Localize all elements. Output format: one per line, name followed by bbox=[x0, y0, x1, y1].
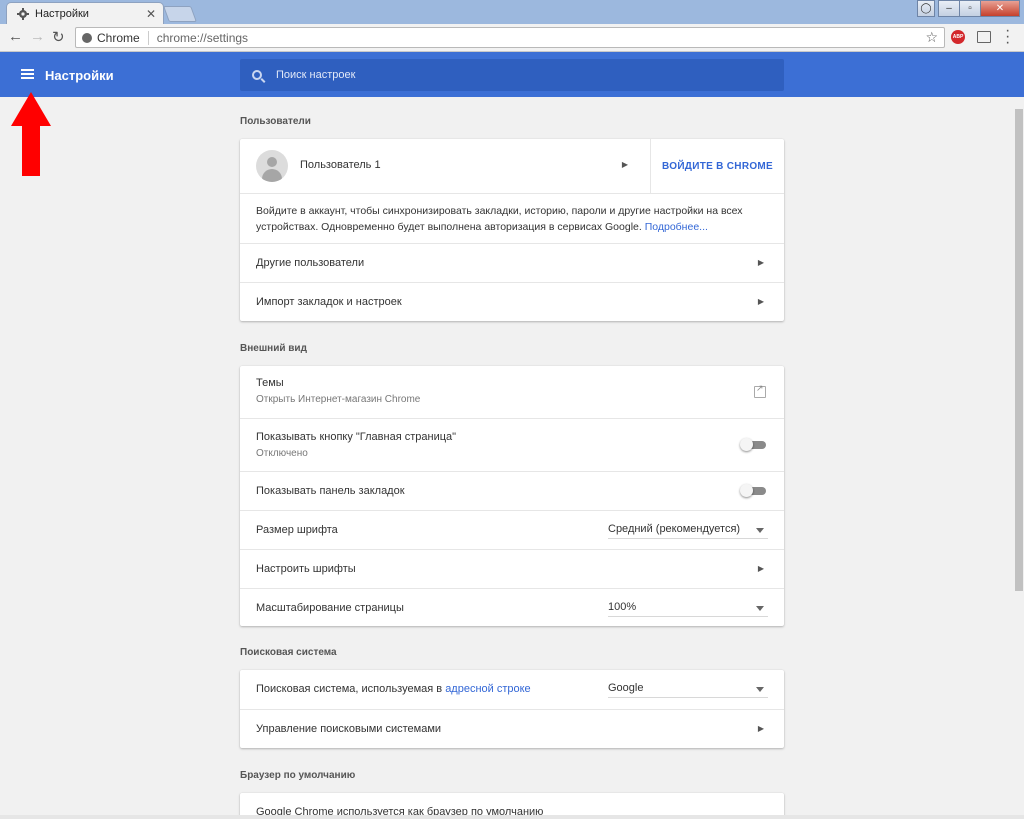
cast-extension-icon[interactable] bbox=[977, 31, 991, 43]
page-zoom-label: Масштабирование страницы bbox=[256, 602, 404, 614]
search-engine-value: Google bbox=[608, 682, 644, 694]
chevron-down-icon bbox=[756, 528, 764, 533]
section-title-users: Пользователи bbox=[240, 116, 311, 127]
other-users-row[interactable]: Другие пользователи ▶ bbox=[240, 243, 784, 282]
customize-fonts-label: Настроить шрифты bbox=[256, 563, 356, 575]
sign-in-button[interactable]: ВОЙДИТЕ В CHROME bbox=[650, 139, 784, 193]
tab-strip: Настройки ✕ ◯ – ▫ ✕ bbox=[0, 0, 1024, 24]
section-title-appearance: Внешний вид bbox=[240, 343, 307, 354]
themes-row[interactable]: Темы Открыть Интернет-магазин Chrome bbox=[240, 366, 784, 418]
security-chip[interactable]: Chrome bbox=[82, 30, 149, 45]
signin-description: Войдите в аккаунт, чтобы синхронизироват… bbox=[256, 203, 768, 235]
page-zoom-value: 100% bbox=[608, 601, 637, 613]
search-engine-text: Поисковая система, используемая в bbox=[256, 683, 443, 695]
gear-icon bbox=[17, 7, 29, 20]
profile-name: Пользователь 1 bbox=[300, 159, 381, 171]
page-scrollbar[interactable] bbox=[1014, 97, 1024, 819]
customize-fonts-row[interactable]: Настроить шрифты ▶ bbox=[240, 549, 784, 588]
search-input[interactable] bbox=[276, 69, 756, 81]
import-row[interactable]: Импорт закладок и настроек ▶ bbox=[240, 282, 784, 321]
home-button-label: Показывать кнопку "Главная страница" bbox=[256, 431, 457, 443]
back-icon[interactable]: ← bbox=[8, 28, 23, 45]
search-engine-card: Поисковая система, используемая в адресн… bbox=[240, 670, 784, 748]
import-label: Импорт закладок и настроек bbox=[256, 296, 402, 308]
section-title-search: Поисковая система bbox=[240, 647, 337, 658]
new-tab-button[interactable] bbox=[163, 6, 197, 22]
font-size-value: Средний (рекомендуется) bbox=[608, 523, 741, 535]
page-zoom-select[interactable]: 100% bbox=[608, 599, 768, 617]
manage-search-engines-row[interactable]: Управление поисковыми системами ▶ bbox=[240, 709, 784, 748]
home-button-toggle[interactable] bbox=[740, 438, 766, 451]
font-size-row: Размер шрифта Средний (рекомендуется) bbox=[240, 510, 784, 549]
font-size-select[interactable]: Средний (рекомендуется) bbox=[608, 521, 768, 539]
forward-icon[interactable]: → bbox=[30, 28, 45, 45]
profile-row[interactable]: Пользователь 1 ▶ ВОЙДИТЕ В CHROME bbox=[240, 139, 784, 193]
other-users-label: Другие пользователи bbox=[256, 257, 365, 269]
bookmarks-bar-label: Показывать панель закладок bbox=[256, 485, 405, 497]
restore-button[interactable]: ▫ bbox=[959, 0, 981, 17]
themes-label: Темы bbox=[256, 377, 284, 389]
bookmarks-bar-row[interactable]: Показывать панель закладок bbox=[240, 471, 784, 510]
chevron-right-icon: ▶ bbox=[757, 724, 764, 733]
adblock-extension-icon[interactable]: ABP bbox=[951, 30, 965, 44]
search-engine-select[interactable]: Google bbox=[608, 680, 768, 698]
themes-sublabel: Открыть Интернет-магазин Chrome bbox=[256, 394, 421, 405]
users-card: Пользователь 1 ▶ ВОЙДИТЕ В CHROME Войдит… bbox=[240, 139, 784, 321]
tab-title: Настройки bbox=[35, 7, 89, 20]
settings-search[interactable] bbox=[240, 59, 784, 91]
manage-search-engines-label: Управление поисковыми системами bbox=[256, 723, 442, 735]
minimize-button[interactable]: – bbox=[938, 0, 960, 17]
section-title-default-browser: Браузер по умолчанию bbox=[240, 770, 356, 781]
home-button-sublabel: Отключено bbox=[256, 448, 308, 459]
page-title: Настройки bbox=[45, 68, 114, 83]
chrome-menu-icon[interactable]: · · · bbox=[1005, 23, 1010, 51]
signin-info-row: Войдите в аккаунт, чтобы синхронизироват… bbox=[240, 193, 784, 243]
tab-close-icon[interactable]: ✕ bbox=[146, 7, 156, 21]
address-bar[interactable]: Chrome chrome://settings ☆ bbox=[75, 27, 945, 48]
url-text[interactable]: chrome://settings bbox=[157, 31, 248, 45]
chevron-right-icon: ▶ bbox=[757, 564, 764, 573]
bookmarks-bar-toggle[interactable] bbox=[740, 484, 766, 497]
chevron-down-icon bbox=[756, 606, 764, 611]
profile-icon[interactable]: ◯ bbox=[917, 0, 935, 17]
bottom-edge bbox=[0, 815, 1024, 819]
font-size-label: Размер шрифта bbox=[256, 524, 338, 536]
close-window-button[interactable]: ✕ bbox=[980, 0, 1020, 17]
hamburger-menu-icon[interactable] bbox=[21, 69, 34, 79]
reload-icon[interactable]: ↻ bbox=[52, 28, 65, 46]
search-engine-label: Поисковая система, используемая в адресн… bbox=[256, 683, 531, 695]
appearance-card: Темы Открыть Интернет-магазин Chrome Пок… bbox=[240, 366, 784, 626]
search-engine-row: Поисковая система, используемая в адресн… bbox=[240, 670, 784, 709]
scrollbar-thumb[interactable] bbox=[1015, 109, 1023, 591]
chevron-down-icon bbox=[756, 687, 764, 692]
external-link-icon[interactable] bbox=[754, 383, 766, 398]
avatar bbox=[256, 150, 288, 182]
address-bar-link[interactable]: адресной строке bbox=[445, 683, 531, 695]
chevron-right-icon: ▶ bbox=[621, 160, 628, 169]
chevron-right-icon: ▶ bbox=[757, 297, 764, 306]
bookmark-star-icon[interactable]: ☆ bbox=[925, 29, 938, 46]
page-zoom-row: Масштабирование страницы 100% bbox=[240, 588, 784, 626]
browser-toolbar: ← → ↻ Chrome chrome://settings ☆ bbox=[0, 24, 1024, 52]
chrome-icon bbox=[82, 32, 92, 43]
window-controls: ◯ – ▫ ✕ bbox=[917, 0, 1020, 17]
learn-more-link[interactable]: Подробнее... bbox=[645, 221, 708, 233]
home-button-row[interactable]: Показывать кнопку "Главная страница" Отк… bbox=[240, 418, 784, 471]
chevron-right-icon: ▶ bbox=[757, 258, 764, 267]
search-icon bbox=[252, 70, 262, 80]
tab-settings[interactable]: Настройки ✕ bbox=[6, 2, 164, 24]
security-chip-label: Chrome bbox=[97, 30, 140, 45]
red-arrow-annotation bbox=[11, 92, 51, 176]
